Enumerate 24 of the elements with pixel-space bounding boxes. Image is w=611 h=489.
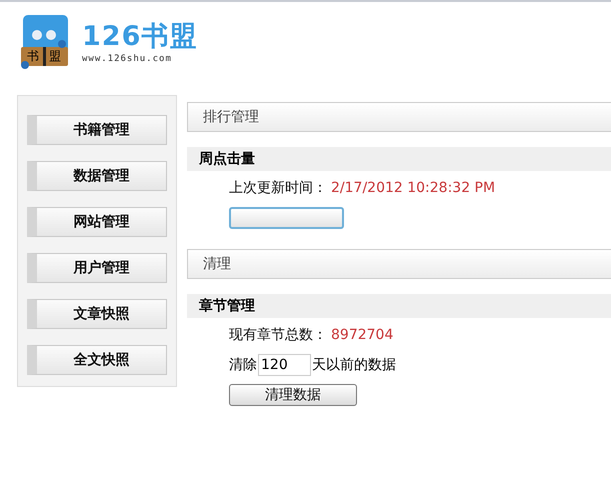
section-header: 排行管理 bbox=[187, 102, 611, 132]
logo-title: 126书盟 bbox=[82, 21, 198, 53]
logo-badge-text: 盟 bbox=[49, 49, 61, 63]
sidebar-button[interactable]: 全文快照 bbox=[27, 345, 167, 375]
logo-badge-text: 书 bbox=[27, 49, 39, 63]
group-heading: 章节管理 bbox=[187, 294, 611, 318]
info-value: 8972704 bbox=[331, 326, 394, 344]
section-header: 清理 bbox=[187, 249, 611, 279]
sidebar-button[interactable]: 文章快照 bbox=[27, 299, 167, 329]
info-label: 现有章节总数： bbox=[229, 326, 327, 344]
info-label: 上次更新时间： bbox=[229, 178, 327, 198]
sidebar-button[interactable]: 网站管理 bbox=[27, 207, 167, 237]
logo-url: www.126shu.com bbox=[82, 53, 173, 65]
logo-icon bbox=[20, 15, 70, 71]
sidebar-button[interactable]: 数据管理 bbox=[27, 161, 167, 191]
sidebar-button[interactable]: 用户管理 bbox=[27, 253, 167, 283]
days-input[interactable]: 120 bbox=[258, 354, 311, 376]
update-button[interactable] bbox=[229, 207, 344, 229]
input-prefix: 清除 bbox=[229, 356, 257, 374]
clear-data-button[interactable]: 清理数据 bbox=[229, 384, 357, 406]
group-heading: 周点击量 bbox=[187, 147, 611, 171]
sidebar-button[interactable]: 书籍管理 bbox=[27, 115, 167, 145]
input-suffix: 天以前的数据 bbox=[312, 356, 396, 374]
info-value: 2/17/2012 10:28:32 PM bbox=[331, 178, 496, 198]
